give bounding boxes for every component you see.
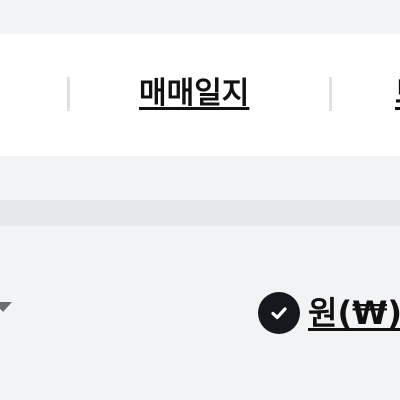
section-band: [0, 200, 400, 226]
content-area: 원(₩): [0, 226, 400, 400]
tab-divider: [329, 77, 332, 111]
currency-label[interactable]: 원(₩): [308, 294, 400, 332]
section-gap: [0, 156, 400, 200]
tab-bar: 매매일지 보: [0, 34, 400, 156]
currency-toggle[interactable]: 원(₩): [258, 292, 400, 334]
caret-down-icon[interactable]: [0, 302, 12, 312]
check-circle-icon[interactable]: [258, 292, 300, 334]
tab-next[interactable]: 보: [395, 76, 400, 112]
top-strip: [0, 0, 400, 34]
tab-divider: [67, 77, 70, 111]
tab-trading-journal[interactable]: 매매일지: [139, 76, 249, 112]
